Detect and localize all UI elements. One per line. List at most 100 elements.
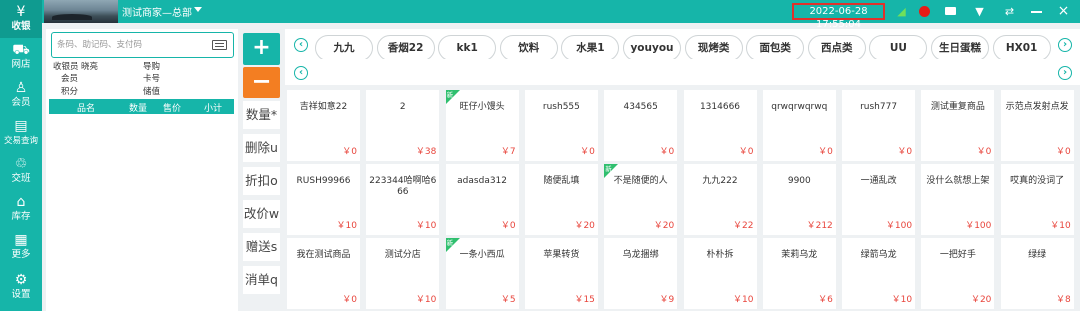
product-price: ￥6 bbox=[818, 295, 833, 305]
product-card[interactable]: rush777 ￥0 bbox=[842, 90, 916, 161]
chevron-right-icon[interactable]: › bbox=[1058, 66, 1072, 80]
cancel-order-button[interactable]: 消单q bbox=[243, 266, 280, 294]
chevron-left-icon[interactable]: ‹ bbox=[294, 66, 308, 80]
column-header: 售价 bbox=[163, 104, 182, 114]
product-name: 乌龙捆绑 bbox=[622, 250, 659, 260]
gift-button[interactable]: 赠送s bbox=[243, 233, 280, 261]
chat-icon[interactable] bbox=[944, 5, 957, 18]
product-card[interactable]: qrwqrwqrwq ￥0 bbox=[762, 90, 836, 161]
product-card[interactable]: 一把好手 ￥20 bbox=[921, 238, 995, 309]
category-tab[interactable]: 现烤类 bbox=[684, 35, 743, 59]
remove-item-button[interactable]: − bbox=[243, 67, 280, 98]
product-card[interactable]: 测试分店 ￥10 bbox=[366, 238, 440, 309]
product-price: ￥100 bbox=[965, 221, 992, 231]
product-card[interactable]: 随便乱填 ￥20 bbox=[524, 164, 598, 235]
product-name: 朴朴拆 bbox=[706, 250, 734, 260]
settings-icon: ⚙ bbox=[14, 272, 28, 288]
product-card[interactable]: 9900 ￥212 bbox=[762, 164, 836, 235]
product-card[interactable]: 哎真的没词了 ￥10 bbox=[1000, 164, 1074, 235]
category-tab[interactable]: 香烟22 bbox=[376, 35, 435, 59]
product-card[interactable]: adasda312 ￥0 bbox=[445, 164, 519, 235]
change-price-button[interactable]: 改价w bbox=[243, 200, 280, 228]
category-tab[interactable]: UU bbox=[869, 35, 928, 59]
product-price: ￥10 bbox=[415, 295, 437, 305]
product-card[interactable]: 新旺仔小馒头 ￥7 bbox=[445, 90, 519, 161]
product-card[interactable]: rush555 ￥0 bbox=[524, 90, 598, 161]
product-card[interactable]: 九九222 ￥22 bbox=[683, 164, 757, 235]
product-price: ￥0 bbox=[580, 147, 595, 157]
column-header: 小计 bbox=[204, 104, 223, 114]
category-tab[interactable]: kk1 bbox=[438, 35, 497, 59]
discount-button[interactable]: 折扣o bbox=[243, 167, 280, 195]
product-card[interactable]: 2 ￥38 bbox=[366, 90, 440, 161]
shop-name[interactable]: 测试商家—总部 bbox=[122, 4, 192, 19]
delivery-icon: ⛟ bbox=[12, 42, 30, 58]
product-card[interactable]: 1314666 ￥0 bbox=[683, 90, 757, 161]
barcode-search-input[interactable] bbox=[57, 38, 207, 52]
product-price: ￥20 bbox=[574, 221, 595, 231]
cart-panel: 收银员 晓亮 导购 会员 卡号 积分 储值 品名 数量 售价 小计 bbox=[46, 29, 238, 311]
product-price: ￥22 bbox=[733, 221, 754, 231]
product-price: ￥10 bbox=[336, 221, 357, 231]
top-bar: 测试商家—总部 2022-06-28 17:55:04 ◢ ▼ ⇄ × bbox=[0, 0, 1080, 30]
product-card[interactable]: 没什么就想上架 ￥100 bbox=[921, 164, 995, 235]
product-card[interactable]: 茉莉乌龙 ￥6 bbox=[762, 238, 836, 309]
product-card[interactable]: RUSH99966 ￥10 bbox=[287, 164, 360, 235]
points-label: 积分 bbox=[61, 87, 79, 97]
category-tab[interactable]: 生日蛋糕 bbox=[931, 35, 989, 59]
nav-item-cashier[interactable]: ¥ 收银 bbox=[0, 0, 42, 38]
chevron-down-icon[interactable] bbox=[194, 7, 202, 12]
wifi-icon[interactable]: ◢ bbox=[895, 5, 908, 18]
product-price: ￥0 bbox=[897, 147, 913, 157]
quantity-button[interactable]: 数量* bbox=[243, 101, 280, 129]
product-card[interactable]: 乌龙捆绑 ￥9 bbox=[604, 238, 678, 309]
product-card[interactable]: 新不是随便的人 ￥20 bbox=[604, 164, 678, 235]
chevron-left-icon[interactable]: ‹ bbox=[294, 38, 308, 52]
product-name: rush555 bbox=[542, 102, 580, 112]
product-card[interactable]: 一通乱改 ￥100 bbox=[842, 164, 916, 235]
product-card[interactable]: 434565 ￥0 bbox=[604, 90, 678, 161]
product-card[interactable]: 测试重复商品 ￥0 bbox=[921, 90, 995, 161]
category-tab[interactable]: 面包类 bbox=[746, 35, 805, 59]
product-name: 没什么就想上架 bbox=[926, 176, 990, 186]
product-card[interactable]: 绿绿 ￥8 bbox=[1000, 238, 1074, 309]
category-tab[interactable]: youyou bbox=[623, 35, 681, 59]
product-card[interactable]: 我在测试商品 ￥0 bbox=[287, 238, 360, 309]
product-price: ￥212 bbox=[806, 221, 833, 231]
product-card[interactable]: 绿箭乌龙 ￥10 bbox=[842, 238, 916, 309]
product-card[interactable]: 新一条小西瓜 ￥5 bbox=[445, 238, 519, 309]
nav-item-transactions[interactable]: ▤ 交易查询 bbox=[0, 114, 42, 152]
search-box bbox=[51, 32, 234, 58]
nav-item-member[interactable]: ♙ 会员 bbox=[0, 76, 42, 114]
product-card[interactable]: 223344哈啊哈666 ￥10 bbox=[366, 164, 440, 235]
minimize-icon[interactable] bbox=[1030, 5, 1043, 18]
guide-label[interactable]: 导购 bbox=[143, 60, 160, 72]
close-icon[interactable]: × bbox=[1057, 4, 1070, 18]
category-tab[interactable]: HX01 bbox=[992, 35, 1051, 59]
swap-icon[interactable]: ⇄ bbox=[1003, 5, 1016, 18]
product-card[interactable]: 示范点发射点发 ￥0 bbox=[1000, 90, 1074, 161]
product-name: adasda312 bbox=[457, 176, 508, 186]
product-card[interactable]: 朴朴拆 ￥10 bbox=[683, 238, 757, 309]
product-card[interactable]: 吉祥如意22 ￥0 bbox=[287, 90, 360, 161]
record-icon[interactable] bbox=[918, 5, 931, 18]
nav-item-online-store[interactable]: ⛟ 网店 bbox=[0, 38, 42, 76]
product-name: RUSH99966 bbox=[296, 176, 351, 186]
category-tab[interactable]: 西点类 bbox=[807, 35, 866, 59]
shirt-icon[interactable]: ▼ bbox=[973, 5, 986, 18]
product-card[interactable]: 苹果转货 ￥15 bbox=[524, 238, 598, 309]
delete-button[interactable]: 删除u bbox=[243, 134, 280, 162]
product-price: ￥20 bbox=[970, 295, 992, 305]
product-name: 我在测试商品 bbox=[296, 250, 351, 260]
add-item-button[interactable]: + bbox=[243, 33, 280, 65]
nav-item-more[interactable]: ▦ 更多 bbox=[0, 228, 42, 266]
category-tab[interactable]: 饮料 bbox=[499, 35, 558, 59]
keyboard-icon[interactable] bbox=[212, 40, 227, 50]
category-tab[interactable]: 九九 bbox=[315, 35, 373, 59]
chevron-right-icon[interactable]: › bbox=[1058, 38, 1072, 52]
nav-item-inventory[interactable]: ⌂ 库存 bbox=[0, 190, 42, 228]
nav-item-shift[interactable]: ♲ 交班 bbox=[0, 152, 42, 190]
nav-item-settings[interactable]: ⚙ 设置 bbox=[0, 268, 42, 306]
category-tab[interactable]: 水果1 bbox=[561, 35, 620, 59]
member-icon: ♙ bbox=[14, 80, 28, 96]
